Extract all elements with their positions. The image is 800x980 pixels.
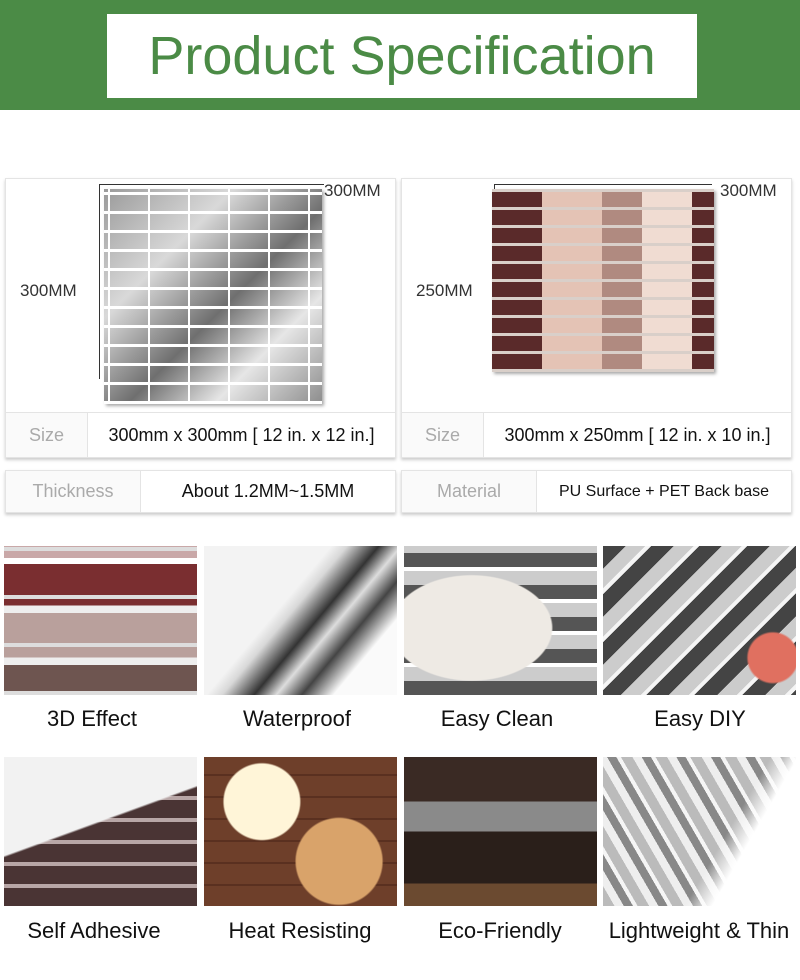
size-value: 300mm x 250mm [ 12 in. x 10 in.]	[504, 424, 771, 445]
size-label: Size	[6, 413, 88, 457]
product-image-hex-tile: 300MM 300MM	[6, 179, 395, 413]
feature-label: Self Adhesive	[27, 918, 161, 943]
header-banner: Product Specification	[0, 0, 800, 110]
feature-label: Easy DIY	[654, 706, 746, 731]
feature-label: Waterproof	[242, 706, 351, 731]
feature-image-heat-resisting	[204, 757, 397, 906]
spec-thickness: Thickness About 1.2MM~1.5MM	[5, 470, 396, 513]
spec-label: Thickness	[6, 471, 141, 512]
feature-image-3d-effect	[4, 546, 197, 695]
feature-label: Eco-Friendly	[438, 918, 562, 943]
feature-image-waterproof	[204, 546, 397, 695]
height-label: 250MM	[416, 281, 473, 300]
feature-label: Easy Clean	[440, 706, 554, 731]
product-panel-300x300: 300MM 300MM Size 300mm x 300mm [ 12 in. …	[5, 178, 396, 458]
product-panel-300x250: 300MM 250MM Size 300mm x 250mm [ 12 in. …	[401, 178, 792, 458]
feature-label: Lightweight & Thin	[608, 918, 790, 943]
height-label: 300MM	[20, 281, 77, 300]
product-image-brick-tile: 300MM 250MM	[402, 179, 791, 413]
page-title: Product Specification	[107, 14, 697, 98]
feature-label: Heat Resisting	[228, 918, 372, 943]
spec-material: Material PU Surface + PET Back base	[401, 470, 792, 513]
size-value: 300mm x 300mm [ 12 in. x 12 in.]	[108, 424, 375, 445]
width-label: 300MM	[324, 181, 381, 200]
feature-image-easy-diy	[603, 546, 796, 695]
spec-label: Material	[402, 471, 537, 512]
feature-image-self-adhesive	[4, 757, 197, 906]
feature-image-easy-clean	[404, 546, 597, 695]
spec-value: PU Surface + PET Back base	[558, 482, 770, 500]
size-label: Size	[402, 413, 484, 457]
spec-value: About 1.2MM~1.5MM	[181, 481, 355, 501]
feature-image-eco-friendly	[404, 757, 597, 906]
feature-label: 3D Effect	[46, 706, 138, 731]
feature-image-lightweight	[603, 757, 796, 906]
width-label: 300MM	[720, 181, 777, 200]
